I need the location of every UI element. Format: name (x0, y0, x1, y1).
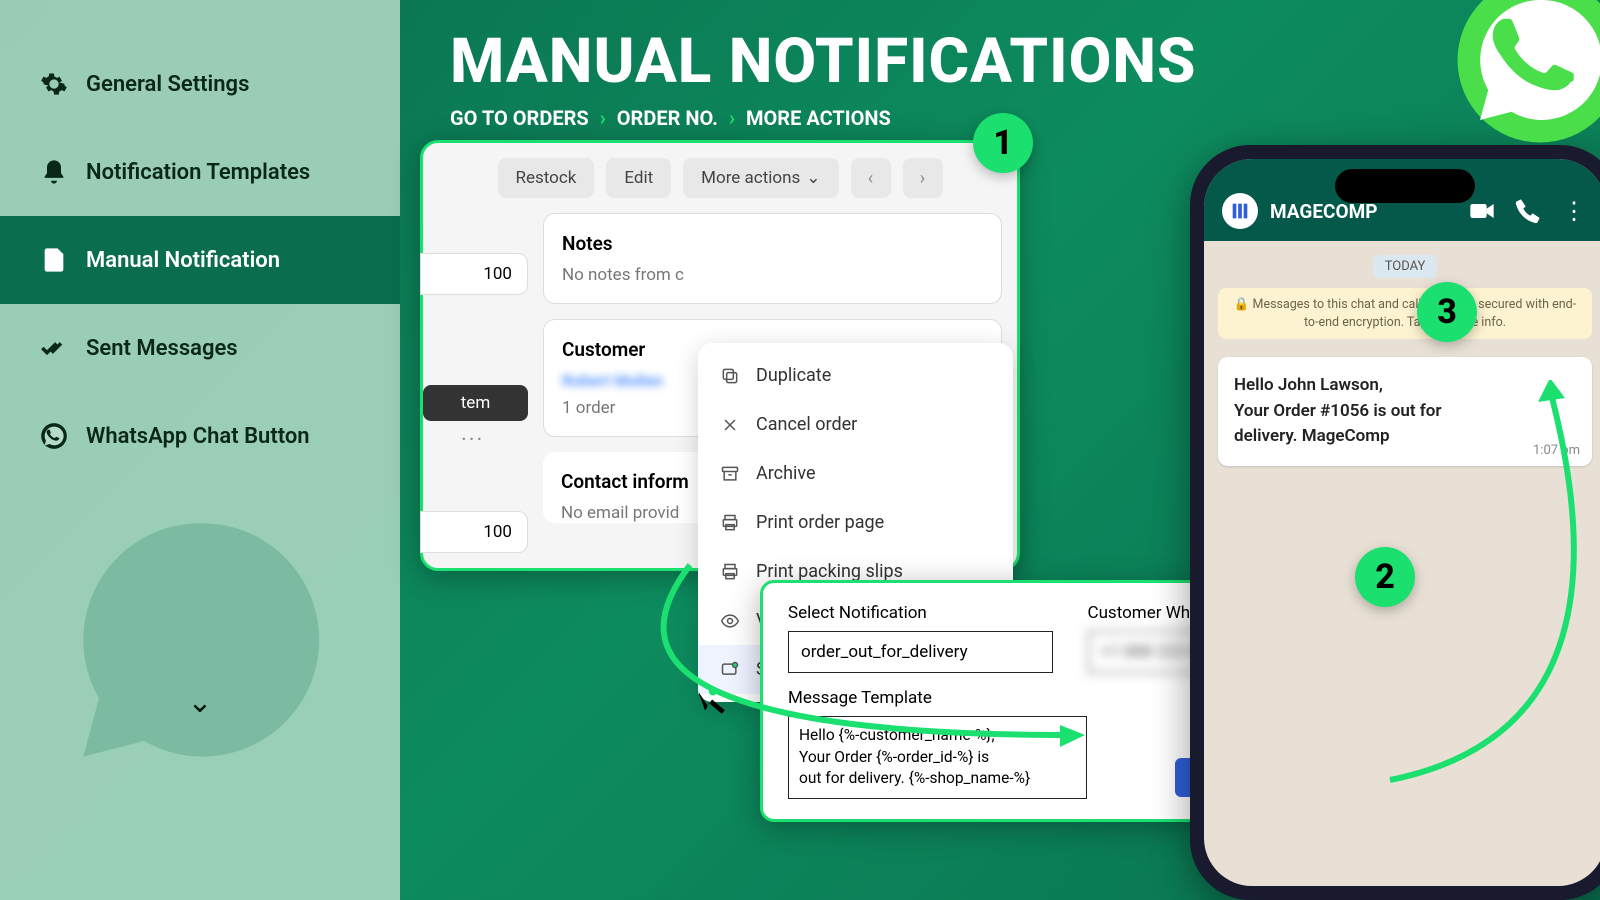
document-icon (40, 246, 68, 274)
orders-panel: Restock Edit More actions⌄ ‹ › ··· 100 t… (420, 140, 1020, 571)
sidebar-item-chat-button[interactable]: WhatsApp Chat Button (0, 392, 400, 480)
step-badge-1: 1 (973, 113, 1033, 173)
qty-pill: 100 (420, 511, 528, 553)
phone-notch (1335, 169, 1475, 203)
select-label: Select Notification (788, 603, 1053, 623)
sidebar-label: Sent Messages (86, 336, 238, 361)
check-icon (40, 334, 68, 362)
more-actions-button[interactable]: More actions⌄ (683, 158, 838, 198)
sidebar-label: Manual Notification (86, 248, 280, 273)
qty-pill: 100 (420, 253, 528, 295)
sidebar-item-general[interactable]: General Settings (0, 40, 400, 128)
sidebar-item-sent[interactable]: Sent Messages (0, 304, 400, 392)
dd-print-order[interactable]: Print order page (698, 498, 1013, 547)
encryption-notice: 🔒 Messages to this chat and calls are no… (1218, 288, 1592, 339)
whatsapp-icon (40, 422, 68, 450)
chat-message: Hello John Lawson, Your Order #1056 is o… (1218, 357, 1592, 466)
notes-card: Notes No notes from c (543, 213, 1002, 304)
page-title: MANUAL NOTIFICATIONS (450, 25, 1600, 98)
restock-button[interactable]: Restock (498, 158, 595, 198)
message-template-input[interactable]: Hello {%-customer_name-%}, Your Order {%… (788, 716, 1087, 799)
more-icon[interactable]: ⋮ (1560, 197, 1588, 225)
step-badge-3: 3 (1417, 282, 1477, 342)
cursor-icon (688, 683, 738, 733)
whatsapp-corner-icon (1450, 0, 1600, 150)
item-pill: tem (423, 385, 528, 421)
more-icon[interactable]: ··· (461, 428, 484, 453)
sidebar-item-templates[interactable]: Notification Templates (0, 128, 400, 216)
phone-icon[interactable] (1514, 197, 1542, 225)
gear-icon (40, 70, 68, 98)
sidebar-label: WhatsApp Chat Button (86, 424, 310, 449)
prev-button[interactable]: ‹ (851, 158, 891, 198)
select-notification-input[interactable]: order_out_for_delivery (788, 631, 1053, 673)
phone-mockup: MAGECOMP ⋮ TODAY 🔒 Messages to this chat… (1190, 145, 1600, 900)
dd-duplicate[interactable]: Duplicate (698, 351, 1013, 400)
sidebar-item-manual[interactable]: Manual Notification (0, 216, 400, 304)
step-badge-2: 2 (1355, 547, 1415, 607)
video-icon[interactable] (1468, 197, 1496, 225)
sidebar-label: General Settings (86, 72, 249, 97)
sidebar-label: Notification Templates (86, 160, 310, 185)
next-button[interactable]: › (903, 158, 943, 198)
bell-icon (40, 158, 68, 186)
date-badge: TODAY (1204, 255, 1600, 274)
company-logo (1222, 193, 1258, 229)
whatsapp-bg-icon (60, 500, 340, 780)
content: MANUAL NOTIFICATIONS GO TO ORDERS › ORDE… (400, 0, 1600, 900)
dd-cancel[interactable]: Cancel order (698, 400, 1013, 449)
edit-button[interactable]: Edit (606, 158, 671, 198)
dd-archive[interactable]: Archive (698, 449, 1013, 498)
sidebar: General Settings Notification Templates … (0, 0, 400, 900)
toolbar: Restock Edit More actions⌄ ‹ › (438, 158, 1002, 198)
